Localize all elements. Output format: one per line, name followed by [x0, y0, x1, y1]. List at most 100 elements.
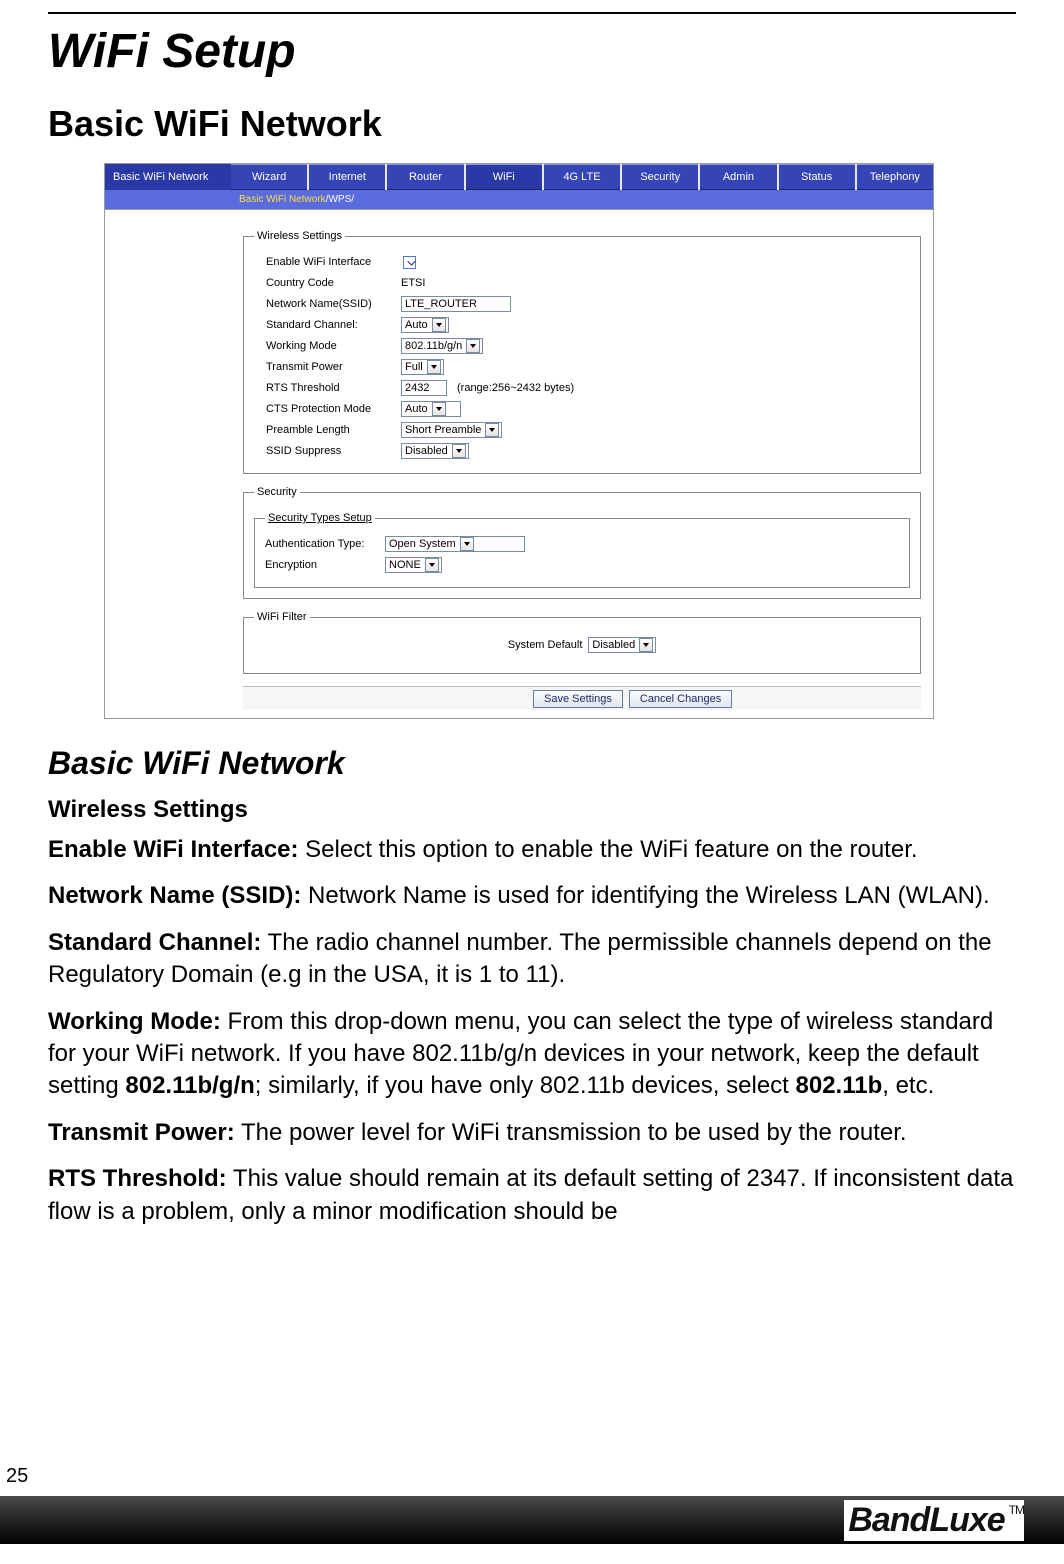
- label-filter: System Default: [508, 639, 583, 651]
- legend-security-types[interactable]: Security Types Setup: [265, 512, 375, 524]
- para-rts-term: RTS Threshold:: [48, 1165, 227, 1192]
- para-ssid-term: Network Name (SSID):: [48, 882, 301, 909]
- brand-logo: BandLuxe TM: [844, 1500, 1024, 1541]
- fieldset-security: Security Security Types Setup Authentica…: [243, 486, 921, 599]
- breadcrumb-wps[interactable]: WPS: [328, 194, 351, 205]
- tab-wifi[interactable]: WiFi: [466, 164, 542, 190]
- router-ui-screenshot: Basic WiFi Network Wizard Internet Route…: [104, 163, 934, 719]
- chevron-down-icon: [452, 444, 466, 458]
- enc-select[interactable]: NONE: [385, 557, 442, 573]
- ui-body: Wireless Settings Enable WiFi Interface …: [105, 210, 933, 718]
- tab-security[interactable]: Security: [622, 164, 698, 190]
- para-enable: Enable WiFi Interface: Select this optio…: [48, 834, 1016, 866]
- row-enc: Encryption NONE: [265, 556, 899, 574]
- filter-select[interactable]: Disabled: [588, 637, 656, 653]
- wireless-settings-heading: Wireless Settings: [48, 796, 1016, 824]
- label-enc: Encryption: [265, 559, 385, 571]
- para-ssid: Network Name (SSID): Network Name is use…: [48, 880, 1016, 912]
- chevron-down-icon: [425, 558, 439, 572]
- label-ssid-suppress: SSID Suppress: [266, 445, 401, 457]
- cts-value: Auto: [405, 403, 428, 415]
- label-auth: Authentication Type:: [265, 538, 385, 550]
- footer-bar: BandLuxe TM: [0, 1496, 1064, 1544]
- row-preamble: Preamble Length Short Preamble: [266, 421, 910, 439]
- tab-internet[interactable]: Internet: [309, 164, 385, 190]
- para-ssid-text: Network Name is used for identifying the…: [301, 882, 989, 909]
- section-heading-2: Basic WiFi Network: [48, 745, 1016, 782]
- ui-left-pane: [105, 210, 231, 718]
- save-button[interactable]: Save Settings: [533, 690, 623, 708]
- row-auth: Authentication Type: Open System: [265, 535, 899, 553]
- tab-router[interactable]: Router: [387, 164, 463, 190]
- cts-select[interactable]: Auto: [401, 401, 461, 417]
- row-cts: CTS Protection Mode Auto: [266, 400, 910, 418]
- legend-filter: WiFi Filter: [254, 611, 310, 623]
- tab-wizard[interactable]: Wizard: [231, 164, 307, 190]
- para-tx: Transmit Power: The power level for WiFi…: [48, 1117, 1016, 1149]
- label-enable: Enable WiFi Interface: [266, 256, 401, 268]
- rts-hint: (range:256~2432 bytes): [457, 382, 574, 394]
- label-tx: Transmit Power: [266, 361, 401, 373]
- rts-input[interactable]: 2432: [401, 380, 447, 396]
- label-mode: Working Mode: [266, 340, 401, 352]
- row-ssid: Network Name(SSID) LTE_ROUTER: [266, 295, 910, 313]
- ssid-input[interactable]: LTE_ROUTER: [401, 296, 511, 312]
- brand-text: BandLuxe: [848, 1501, 1004, 1540]
- label-channel: Standard Channel:: [266, 319, 401, 331]
- preamble-value: Short Preamble: [405, 424, 481, 436]
- para-mode-t2: ; similarly, if you have only 802.11b de…: [255, 1072, 796, 1099]
- row-rts: RTS Threshold 2432 (range:256~2432 bytes…: [266, 379, 910, 397]
- tab-admin[interactable]: Admin: [700, 164, 776, 190]
- breadcrumb-active[interactable]: Basic WiFi Network: [239, 194, 326, 205]
- mode-select[interactable]: 802.11b/g/n: [401, 338, 483, 354]
- fieldset-wireless: Wireless Settings Enable WiFi Interface …: [243, 230, 921, 474]
- para-channel-term: Standard Channel:: [48, 929, 261, 956]
- row-filter: System Default Disabled: [254, 631, 910, 663]
- chevron-down-icon: [427, 360, 441, 374]
- para-mode-term: Working Mode:: [48, 1008, 221, 1035]
- label-country: Country Code: [266, 277, 401, 289]
- chevron-down-icon: [485, 423, 499, 437]
- tab-4glte[interactable]: 4G LTE: [544, 164, 620, 190]
- para-tx-text: The power level for WiFi transmission to…: [235, 1119, 907, 1146]
- chevron-down-icon: [432, 318, 446, 332]
- chevron-down-icon: [460, 537, 474, 551]
- tx-select[interactable]: Full: [401, 359, 444, 375]
- para-rts: RTS Threshold: This value should remain …: [48, 1163, 1016, 1228]
- row-channel: Standard Channel: Auto: [266, 316, 910, 334]
- value-country: ETSI: [401, 277, 425, 289]
- auth-select[interactable]: Open System: [385, 536, 525, 552]
- channel-value: Auto: [405, 319, 428, 331]
- enable-wifi-checkbox[interactable]: [403, 256, 416, 269]
- page-title: WiFi Setup: [48, 24, 1016, 79]
- para-mode-v2: 802.11b: [796, 1072, 883, 1099]
- label-rts: RTS Threshold: [266, 382, 401, 394]
- row-mode: Working Mode 802.11b/g/n: [266, 337, 910, 355]
- tab-status[interactable]: Status: [779, 164, 855, 190]
- ssid-suppress-select[interactable]: Disabled: [401, 443, 469, 459]
- fieldset-filter: WiFi Filter System Default Disabled: [243, 611, 921, 674]
- para-mode-t3: , etc.: [882, 1072, 934, 1099]
- row-country: Country Code ETSI: [266, 274, 910, 292]
- para-enable-term: Enable WiFi Interface:: [48, 836, 299, 863]
- ui-breadcrumb: Basic WiFi Network / WPS /: [105, 190, 933, 210]
- channel-select[interactable]: Auto: [401, 317, 449, 333]
- ui-header: Basic WiFi Network Wizard Internet Route…: [105, 164, 933, 190]
- row-tx: Transmit Power Full: [266, 358, 910, 376]
- label-cts: CTS Protection Mode: [266, 403, 401, 415]
- cancel-button[interactable]: Cancel Changes: [629, 690, 732, 708]
- tab-telephony[interactable]: Telephony: [857, 164, 933, 190]
- row-enable: Enable WiFi Interface: [266, 253, 910, 271]
- ui-footer: Save Settings Cancel Changes: [243, 686, 921, 710]
- preamble-select[interactable]: Short Preamble: [401, 422, 502, 438]
- filter-value: Disabled: [592, 639, 635, 651]
- para-channel: Standard Channel: The radio channel numb…: [48, 927, 1016, 992]
- label-preamble: Preamble Length: [266, 424, 401, 436]
- breadcrumb-tail: /: [351, 194, 354, 205]
- chevron-down-icon: [466, 339, 480, 353]
- tx-value: Full: [405, 361, 423, 373]
- mode-value: 802.11b/g/n: [405, 340, 462, 352]
- chevron-down-icon: [432, 402, 446, 416]
- auth-value: Open System: [389, 538, 456, 550]
- row-ssid-suppress: SSID Suppress Disabled: [266, 442, 910, 460]
